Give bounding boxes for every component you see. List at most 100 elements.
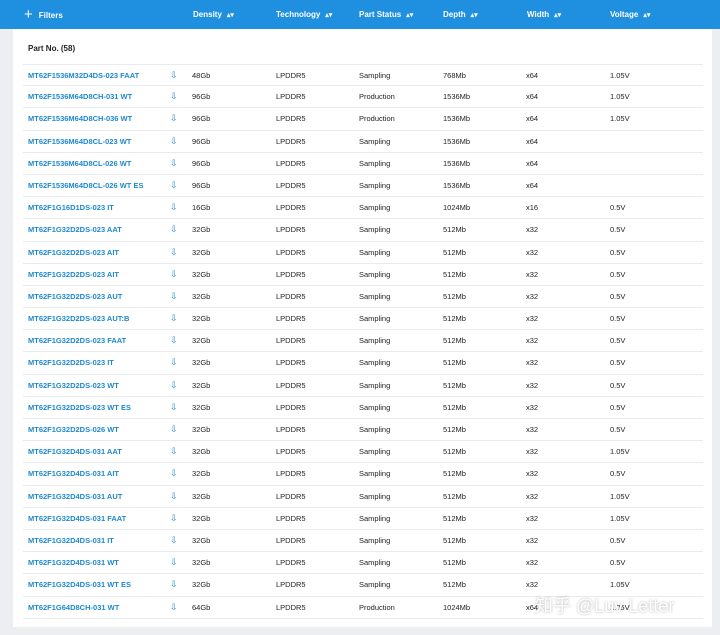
table-row: MT62F1G32D4DS-031 AIT ⇩ 32Gb LPDDR5 Sampling… — [23, 463, 703, 486]
column-header-density[interactable]: Density ▴▾ — [193, 0, 234, 29]
download-icon[interactable]: ⇩ — [170, 530, 178, 551]
download-icon[interactable]: ⇩ — [170, 441, 178, 462]
part-number-link[interactable]: MT62F1G32D2DS-023 FAAT — [28, 330, 126, 351]
technology-cell: LPDDR5 — [276, 291, 306, 301]
download-icon[interactable]: ⇩ — [170, 375, 178, 396]
column-header-depth[interactable]: Depth ▴▾ — [443, 0, 478, 29]
part-number-link[interactable]: MT62F1G32D4DS-031 WT ES — [28, 574, 131, 595]
download-icon[interactable]: ⇩ — [170, 352, 178, 373]
density-cell: 32Gb — [192, 402, 211, 412]
density-cell: 32Gb — [192, 380, 211, 390]
filters-button[interactable]: + Filters — [24, 0, 63, 29]
width-cell: x32 — [526, 469, 539, 479]
part-number-link[interactable]: MT62F1G32D2DS-023 WT ES — [28, 397, 131, 418]
download-icon[interactable]: ⇩ — [170, 597, 178, 618]
download-icon[interactable]: ⇩ — [170, 574, 178, 595]
part-status-cell: Sampling — [359, 71, 391, 80]
column-header-voltage[interactable]: Voltage ▴▾ — [610, 0, 650, 29]
download-icon[interactable]: ⇩ — [170, 86, 178, 107]
depth-cell: 512Mb — [443, 558, 466, 568]
download-icon[interactable]: ⇩ — [170, 397, 178, 418]
table-row: MT62F1G32D2DS-023 AIT ⇩ 32Gb LPDDR5 Sampling… — [23, 242, 703, 264]
part-number-link[interactable]: MT62F1G32D4DS-031 FAAT — [28, 508, 126, 529]
density-cell: 32Gb — [192, 558, 211, 568]
technology-cell: LPDDR5 — [276, 269, 306, 279]
width-cell: x64 — [526, 92, 539, 102]
depth-cell: 512Mb — [443, 358, 466, 368]
watermark: 知乎 @Luv Letter — [535, 596, 675, 616]
parts-table: MT62F1536M32D4DS-023 FAAT ⇩ 48Gb LPDDR5 Samp… — [23, 64, 703, 619]
density-cell: 96Gb — [192, 180, 211, 190]
technology-cell: LPDDR5 — [276, 558, 306, 568]
part-status-cell: Sampling — [359, 314, 391, 324]
column-header-width[interactable]: Width ▴▾ — [527, 0, 561, 29]
part-number-link[interactable]: MT62F1G32D2DS-023 AUT:B — [28, 308, 129, 329]
depth-cell: 512Mb — [443, 314, 466, 324]
part-number-link[interactable]: MT62F1G32D2DS-023 WT — [28, 375, 119, 396]
column-header-part-status[interactable]: Part Status ▴▾ — [359, 0, 413, 29]
part-number-link[interactable]: MT62F1G32D2DS-023 AAT — [28, 219, 122, 240]
part-number-link[interactable]: MT62F1G32D4DS-031 AUT — [28, 486, 122, 507]
download-icon[interactable]: ⇩ — [170, 264, 178, 285]
part-number-link[interactable]: MT62F1G32D2DS-023 AUT — [28, 286, 122, 307]
download-icon[interactable]: ⇩ — [170, 552, 178, 573]
part-status-cell: Sampling — [359, 580, 391, 590]
part-number-link[interactable]: MT62F1G16D1DS-023 IT — [28, 197, 114, 218]
part-number-link[interactable]: MT62F1536M64D8CH-036 WT — [28, 108, 132, 129]
table-row: MT62F1536M64D8CH-036 WT ⇩ 96Gb LPDDR5 Produc… — [23, 108, 703, 131]
download-icon[interactable]: ⇩ — [170, 197, 178, 218]
part-number-link[interactable]: MT62F1G32D4DS-031 AAT — [28, 441, 122, 462]
part-status-cell: Sampling — [359, 558, 391, 568]
voltage-cell: 1.05V — [610, 92, 630, 102]
download-icon[interactable]: ⇩ — [170, 308, 178, 329]
depth-cell: 512Mb — [443, 269, 466, 279]
part-number-link[interactable]: MT62F1536M64D8CL-026 WT — [28, 153, 131, 174]
part-status-cell: Production — [359, 92, 395, 102]
width-cell: x32 — [526, 491, 539, 501]
download-icon[interactable]: ⇩ — [170, 330, 178, 351]
part-number-link[interactable]: MT62F1536M64D8CH-031 WT — [28, 86, 132, 107]
table-row: MT62F1G32D4DS-031 AAT ⇩ 32Gb LPDDR5 Sampling… — [23, 441, 703, 464]
part-number-link[interactable]: MT62F1G32D2DS-026 WT — [28, 419, 119, 440]
part-number-link[interactable]: MT62F1G32D4DS-031 WT — [28, 552, 119, 573]
column-header-technology[interactable]: Technology ▴▾ — [276, 0, 332, 29]
voltage-cell: 0.5V — [610, 203, 626, 213]
download-icon[interactable]: ⇩ — [170, 463, 178, 484]
technology-cell: LPDDR5 — [276, 358, 306, 368]
part-number-link[interactable]: MT62F1G32D2DS-023 AIT — [28, 264, 119, 285]
download-icon[interactable]: ⇩ — [170, 153, 178, 174]
width-cell: x32 — [526, 447, 539, 457]
download-icon[interactable]: ⇩ — [170, 108, 178, 129]
voltage-cell: 0.5V — [610, 314, 626, 324]
download-icon[interactable]: ⇩ — [170, 508, 178, 529]
width-cell: x32 — [526, 314, 539, 324]
download-icon[interactable]: ⇩ — [170, 65, 178, 86]
table-row: MT62F1G32D2DS-023 IT ⇩ 32Gb LPDDR5 Sampling 5… — [23, 352, 703, 375]
part-number-link[interactable]: MT62F1G32D2DS-023 IT — [28, 352, 114, 373]
part-number-link[interactable]: MT62F1536M64D8CL-023 WT — [28, 131, 131, 152]
download-icon[interactable]: ⇩ — [170, 242, 178, 263]
download-icon[interactable]: ⇩ — [170, 419, 178, 440]
part-number-link[interactable]: MT62F1G32D2DS-023 AIT — [28, 242, 119, 263]
download-icon[interactable]: ⇩ — [170, 286, 178, 307]
download-icon[interactable]: ⇩ — [170, 486, 178, 507]
filters-label: Filters — [38, 11, 63, 20]
depth-cell: 1536Mb — [443, 114, 471, 124]
part-number-link[interactable]: MT62F1G32D4DS-031 AIT — [28, 463, 119, 484]
download-icon[interactable]: ⇩ — [170, 131, 178, 152]
part-number-link[interactable]: MT62F1536M64D8CL-026 WT ES — [28, 175, 143, 196]
download-icon[interactable]: ⇩ — [170, 219, 178, 240]
part-number-link[interactable]: MT62F1G32D4DS-031 IT — [28, 530, 114, 551]
voltage-cell: 1.05V — [610, 513, 630, 523]
part-number-link[interactable]: MT62F1G64D8CH-031 WT — [28, 597, 119, 618]
download-icon[interactable]: ⇩ — [170, 175, 178, 196]
density-cell: 48Gb — [192, 71, 211, 80]
part-status-cell: Sampling — [359, 447, 391, 457]
width-cell: x16 — [526, 203, 539, 213]
part-number-link[interactable]: MT62F1536M32D4DS-023 FAAT — [28, 65, 139, 86]
table-row: MT62F1G32D2DS-023 AUT:B ⇩ 32Gb LPDDR5 Sampli… — [23, 308, 703, 331]
table-row: MT62F1G32D4DS-031 AUT ⇩ 32Gb LPDDR5 Sampling… — [23, 486, 703, 508]
width-cell: x32 — [526, 402, 539, 412]
sort-icon: ▴▾ — [325, 12, 333, 19]
density-cell: 32Gb — [192, 491, 211, 501]
